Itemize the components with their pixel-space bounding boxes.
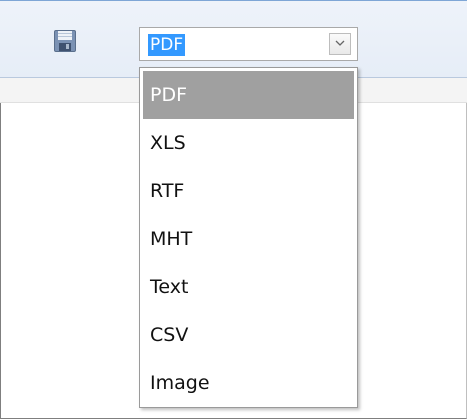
- option-rtf[interactable]: RTF: [143, 167, 354, 215]
- export-format-dropdown: PDF XLS RTF MHT Text CSV Image: [139, 67, 358, 408]
- option-mht[interactable]: MHT: [143, 215, 354, 263]
- option-pdf[interactable]: PDF: [143, 71, 354, 119]
- chevron-down-icon: [335, 40, 345, 46]
- option-image[interactable]: Image: [143, 359, 354, 407]
- export-format-select[interactable]: PDF: [139, 27, 358, 61]
- dropdown-toggle-button[interactable]: [329, 33, 351, 55]
- option-text[interactable]: Text: [143, 263, 354, 311]
- toolbar: PDF: [0, 0, 467, 77]
- option-xls[interactable]: XLS: [143, 119, 354, 167]
- save-icon[interactable]: [53, 29, 77, 53]
- option-csv[interactable]: CSV: [143, 311, 354, 359]
- export-format-value[interactable]: PDF: [148, 34, 186, 56]
